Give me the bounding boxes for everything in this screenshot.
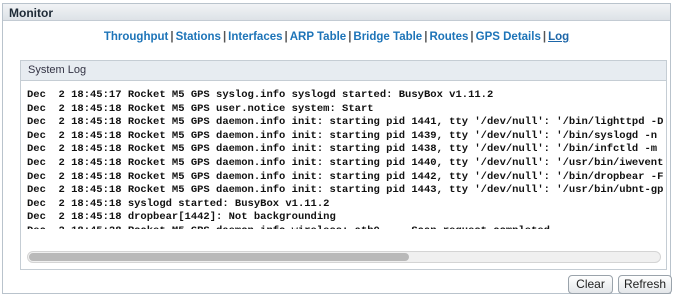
log-line: Dec 2 18:45:18 Rocket M5 GPS daemon.info…: [27, 156, 663, 169]
log-line: Dec 2 18:45:17 Rocket M5 GPS syslog.info…: [27, 89, 494, 101]
nav-link-bridge-table[interactable]: Bridge Table: [353, 31, 422, 43]
log-line: Dec 2 18:45:18 Rocket M5 GPS daemon.info…: [27, 129, 663, 142]
nav-separator: |: [542, 31, 547, 43]
log-line: Dec 2 18:45:18 Rocket M5 GPS daemon.info…: [27, 170, 663, 183]
nav-separator: |: [170, 31, 174, 43]
log-line: Dec 2 18:45:18 Rocket M5 GPS user.notice…: [27, 102, 374, 115]
system-log-title: System Log: [28, 64, 87, 76]
log-line: Dec 2 18:45:18 dropbear[1442]: Not backg…: [27, 211, 336, 224]
nav-separator: |: [470, 31, 474, 43]
nav-separator: |: [284, 31, 288, 43]
horizontal-scrollbar[interactable]: [27, 251, 661, 263]
log-line: Dec 2 18:45:18 Rocket M5 GPS daemon.info…: [27, 184, 663, 197]
nav-link-gps-details[interactable]: GPS Details: [476, 31, 541, 43]
system-log-header: System Log: [21, 61, 666, 81]
refresh-button[interactable]: Refresh: [618, 275, 672, 294]
log-line: Dec 2 18:45:18 syslogd started: BusyBox …: [27, 197, 330, 210]
nav-link-throughput[interactable]: Throughput: [104, 31, 169, 43]
log-line: Dec 2 18:45:28 Rocket M5 GPS daemon.info…: [27, 225, 663, 229]
monitor-header: Monitor: [3, 4, 670, 21]
monitor-nav: Throughput | Stations | Interfaces | ARP Table…: [3, 31, 670, 43]
system-log-panel: System Log Dec 2 18:45:17 Rocket M5 GPS …: [20, 60, 667, 270]
nav-link-log[interactable]: Log: [548, 31, 569, 43]
nav-link-routes[interactable]: Routes: [429, 31, 468, 43]
log-line: Dec 2 18:45:18 Rocket M5 GPS daemon.info…: [27, 143, 663, 156]
monitor-panel: Monitor Throughput | Stations | Interfaces | A…: [2, 3, 672, 294]
nav-link-arp-table[interactable]: ARP Table: [290, 31, 346, 43]
clear-button[interactable]: Clear: [568, 275, 613, 294]
nav-link-interfaces[interactable]: Interfaces: [228, 31, 282, 43]
log-line: Dec 2 18:45:18 Rocket M5 GPS daemon.info…: [27, 116, 663, 129]
nav-link-stations[interactable]: Stations: [176, 31, 221, 43]
system-log-text[interactable]: Dec 2 18:45:17 Rocket M5 GPS syslog.info…: [27, 89, 663, 229]
scrollbar-thumb[interactable]: [29, 253, 409, 261]
monitor-title: Monitor: [9, 6, 53, 20]
